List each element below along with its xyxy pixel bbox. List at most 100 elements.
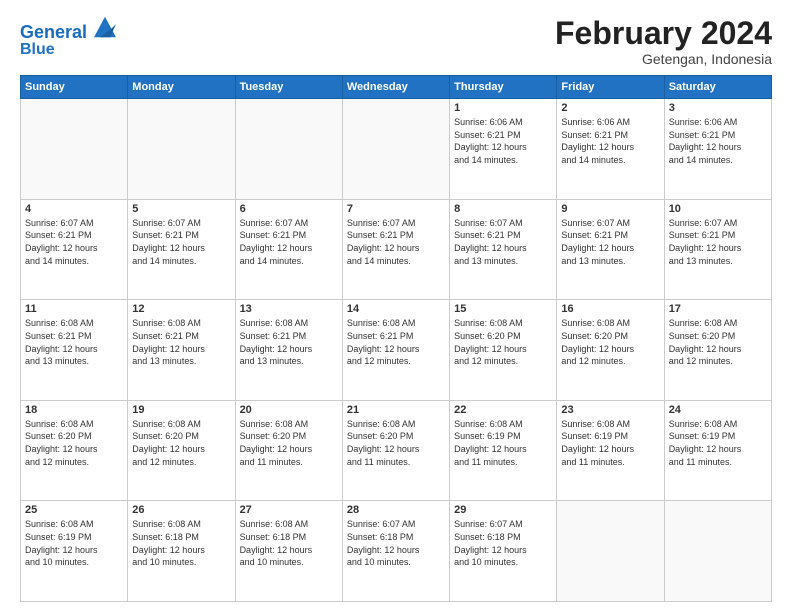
day-info: Sunrise: 6:08 AM Sunset: 6:19 PM Dayligh… [669, 418, 767, 468]
day-info: Sunrise: 6:07 AM Sunset: 6:21 PM Dayligh… [25, 217, 123, 267]
day-info: Sunrise: 6:08 AM Sunset: 6:20 PM Dayligh… [561, 317, 659, 367]
day-info: Sunrise: 6:08 AM Sunset: 6:19 PM Dayligh… [454, 418, 552, 468]
day-number: 13 [240, 303, 338, 315]
month-year: February 2024 [555, 16, 772, 51]
col-friday: Friday [557, 76, 664, 99]
table-row: 21 Sunrise: 6:08 AM Sunset: 6:20 PM Dayli… [342, 400, 449, 501]
day-info: Sunrise: 6:07 AM Sunset: 6:21 PM Dayligh… [454, 217, 552, 267]
col-tuesday: Tuesday [235, 76, 342, 99]
table-row: 24 Sunrise: 6:08 AM Sunset: 6:19 PM Dayli… [664, 400, 771, 501]
day-info: Sunrise: 6:08 AM Sunset: 6:20 PM Dayligh… [669, 317, 767, 367]
table-row: 9 Sunrise: 6:07 AM Sunset: 6:21 PM Daylig… [557, 199, 664, 300]
calendar-header-row: Sunday Monday Tuesday Wednesday Thursday… [21, 76, 772, 99]
day-number: 24 [669, 404, 767, 416]
day-info: Sunrise: 6:06 AM Sunset: 6:21 PM Dayligh… [669, 116, 767, 166]
table-row: 10 Sunrise: 6:07 AM Sunset: 6:21 PM Dayli… [664, 199, 771, 300]
calendar-week-row: 18 Sunrise: 6:08 AM Sunset: 6:20 PM Dayli… [21, 400, 772, 501]
table-row: 7 Sunrise: 6:07 AM Sunset: 6:21 PM Daylig… [342, 199, 449, 300]
table-row: 8Sunrise: 6:07 AM Sunset: 6:21 PM Daylig… [450, 199, 557, 300]
day-number: 21 [347, 404, 445, 416]
day-info: Sunrise: 6:08 AM Sunset: 6:18 PM Dayligh… [240, 518, 338, 568]
day-info: Sunrise: 6:08 AM Sunset: 6:19 PM Dayligh… [25, 518, 123, 568]
day-number: 17 [669, 303, 767, 315]
table-row: 23 Sunrise: 6:08 AM Sunset: 6:19 PM Dayli… [557, 400, 664, 501]
day-info: Sunrise: 6:08 AM Sunset: 6:21 PM Dayligh… [347, 317, 445, 367]
col-saturday: Saturday [664, 76, 771, 99]
calendar-table: Sunday Monday Tuesday Wednesday Thursday… [20, 75, 772, 602]
table-row: 18 Sunrise: 6:08 AM Sunset: 6:20 PM Dayli… [21, 400, 128, 501]
table-row: 19Sunrise: 6:08 AM Sunset: 6:20 PM Dayli… [128, 400, 235, 501]
logo-text: General [20, 16, 116, 43]
logo-icon [94, 16, 116, 38]
day-number: 4 [25, 203, 123, 215]
table-row: 5 Sunrise: 6:07 AM Sunset: 6:21 PM Daylig… [128, 199, 235, 300]
day-info: Sunrise: 6:08 AM Sunset: 6:21 PM Dayligh… [25, 317, 123, 367]
table-row: 2Sunrise: 6:06 AM Sunset: 6:21 PM Daylig… [557, 99, 664, 200]
table-row: 27Sunrise: 6:08 AM Sunset: 6:18 PM Dayli… [235, 501, 342, 602]
day-number: 18 [25, 404, 123, 416]
day-number: 6 [240, 203, 338, 215]
day-info: Sunrise: 6:08 AM Sunset: 6:20 PM Dayligh… [454, 317, 552, 367]
day-number: 11 [25, 303, 123, 315]
calendar-week-row: 4 Sunrise: 6:07 AM Sunset: 6:21 PM Daylig… [21, 199, 772, 300]
day-number: 10 [669, 203, 767, 215]
col-sunday: Sunday [21, 76, 128, 99]
day-number: 9 [561, 203, 659, 215]
table-row: 26Sunrise: 6:08 AM Sunset: 6:18 PM Dayli… [128, 501, 235, 602]
table-row: 1Sunrise: 6:06 AM Sunset: 6:21 PM Daylig… [450, 99, 557, 200]
day-info: Sunrise: 6:07 AM Sunset: 6:21 PM Dayligh… [561, 217, 659, 267]
day-number: 5 [132, 203, 230, 215]
day-number: 29 [454, 504, 552, 516]
logo-blue: Blue [20, 41, 116, 59]
table-row: 16 Sunrise: 6:08 AM Sunset: 6:20 PM Dayli… [557, 300, 664, 401]
logo: General Blue [20, 16, 116, 58]
day-number: 25 [25, 504, 123, 516]
table-row: 4 Sunrise: 6:07 AM Sunset: 6:21 PM Daylig… [21, 199, 128, 300]
table-row [235, 99, 342, 200]
table-row: 12 Sunrise: 6:08 AM Sunset: 6:21 PM Dayli… [128, 300, 235, 401]
page: General Blue February 2024 Getengan, Ind… [0, 0, 792, 612]
table-row: 25 Sunrise: 6:08 AM Sunset: 6:19 PM Dayli… [21, 501, 128, 602]
day-info: Sunrise: 6:07 AM Sunset: 6:21 PM Dayligh… [132, 217, 230, 267]
table-row: 11 Sunrise: 6:08 AM Sunset: 6:21 PM Dayli… [21, 300, 128, 401]
day-info: Sunrise: 6:07 AM Sunset: 6:21 PM Dayligh… [240, 217, 338, 267]
day-number: 23 [561, 404, 659, 416]
table-row: 14 Sunrise: 6:08 AM Sunset: 6:21 PM Dayli… [342, 300, 449, 401]
day-info: Sunrise: 6:07 AM Sunset: 6:18 PM Dayligh… [347, 518, 445, 568]
calendar-week-row: 25 Sunrise: 6:08 AM Sunset: 6:19 PM Dayli… [21, 501, 772, 602]
table-row [342, 99, 449, 200]
table-row: 6 Sunrise: 6:07 AM Sunset: 6:21 PM Daylig… [235, 199, 342, 300]
day-number: 19 [132, 404, 230, 416]
table-row: 20Sunrise: 6:08 AM Sunset: 6:20 PM Dayli… [235, 400, 342, 501]
title-block: February 2024 Getengan, Indonesia [555, 16, 772, 67]
day-number: 7 [347, 203, 445, 215]
table-row: 17 Sunrise: 6:08 AM Sunset: 6:20 PM Dayli… [664, 300, 771, 401]
day-info: Sunrise: 6:07 AM Sunset: 6:18 PM Dayligh… [454, 518, 552, 568]
day-number: 15 [454, 303, 552, 315]
table-row [557, 501, 664, 602]
day-number: 2 [561, 102, 659, 114]
calendar-week-row: 11 Sunrise: 6:08 AM Sunset: 6:21 PM Dayli… [21, 300, 772, 401]
day-info: Sunrise: 6:08 AM Sunset: 6:21 PM Dayligh… [240, 317, 338, 367]
day-info: Sunrise: 6:07 AM Sunset: 6:21 PM Dayligh… [669, 217, 767, 267]
day-info: Sunrise: 6:07 AM Sunset: 6:21 PM Dayligh… [347, 217, 445, 267]
day-number: 12 [132, 303, 230, 315]
table-row: 29 Sunrise: 6:07 AM Sunset: 6:18 PM Dayli… [450, 501, 557, 602]
day-number: 28 [347, 504, 445, 516]
day-info: Sunrise: 6:08 AM Sunset: 6:20 PM Dayligh… [240, 418, 338, 468]
day-info: Sunrise: 6:08 AM Sunset: 6:20 PM Dayligh… [347, 418, 445, 468]
col-thursday: Thursday [450, 76, 557, 99]
table-row: 28 Sunrise: 6:07 AM Sunset: 6:18 PM Dayli… [342, 501, 449, 602]
header: General Blue February 2024 Getengan, Ind… [20, 16, 772, 67]
table-row: 22Sunrise: 6:08 AM Sunset: 6:19 PM Dayli… [450, 400, 557, 501]
logo-general: General [20, 22, 87, 42]
day-number: 14 [347, 303, 445, 315]
day-info: Sunrise: 6:08 AM Sunset: 6:21 PM Dayligh… [132, 317, 230, 367]
day-number: 26 [132, 504, 230, 516]
day-number: 1 [454, 102, 552, 114]
day-info: Sunrise: 6:08 AM Sunset: 6:19 PM Dayligh… [561, 418, 659, 468]
day-number: 16 [561, 303, 659, 315]
col-wednesday: Wednesday [342, 76, 449, 99]
table-row [21, 99, 128, 200]
day-info: Sunrise: 6:08 AM Sunset: 6:20 PM Dayligh… [25, 418, 123, 468]
